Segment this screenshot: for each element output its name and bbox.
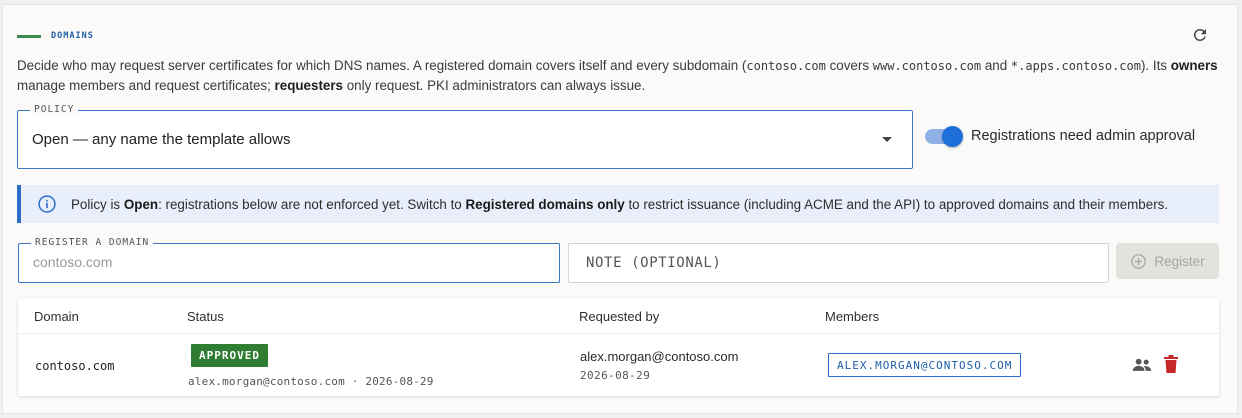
admin-approval-toggle[interactable]: Registrations need admin approval — [925, 125, 1196, 147]
column-header-members: Members — [825, 309, 880, 324]
column-header-requested-by: Requested by — [579, 309, 660, 324]
trash-icon[interactable] — [1163, 355, 1179, 373]
description-text: manage members and request certificates; — [17, 78, 275, 93]
domain-input[interactable] — [33, 254, 533, 270]
section-accent-bar — [17, 34, 41, 38]
info-icon — [38, 195, 56, 213]
policy-value: Open — any name the template allows — [32, 131, 291, 148]
requesters-term: requesters — [274, 78, 344, 93]
register-button-label: Register — [1154, 253, 1205, 269]
policy-select[interactable]: POLICY Open — any name the template allo… — [17, 104, 913, 169]
column-header-domain: Domain — [34, 309, 79, 324]
column-header-status: Status — [187, 309, 224, 324]
toggle-switch[interactable] — [925, 125, 963, 147]
table-header: Domain Status Requested by Members — [18, 298, 1219, 334]
domains-card: DOMAINS Decide who may request server ce… — [2, 4, 1238, 414]
description-text: covers — [825, 58, 873, 73]
domains-table: Domain Status Requested by Members conto… — [18, 298, 1219, 396]
description: Decide who may request server certificat… — [17, 56, 1222, 96]
example-subdomain: www.contoso.com — [872, 59, 982, 73]
refresh-icon[interactable] — [1191, 26, 1209, 44]
status-badge: APPROVED — [191, 344, 268, 367]
section-title: DOMAINS — [51, 31, 94, 41]
note-input[interactable] — [586, 255, 1086, 271]
add-circle-icon — [1131, 253, 1147, 269]
info-banner: Policy is Open: registrations below are … — [17, 185, 1219, 223]
registered-only-term: Registered domains only — [465, 196, 625, 212]
domain-name: contoso.com — [35, 359, 115, 373]
description-text: only request. PKI administrators can alw… — [343, 78, 646, 93]
group-icon[interactable] — [1132, 357, 1152, 373]
status-meta: alex.morgan@contoso.com · 2026-08-29 — [188, 375, 434, 388]
toggle-knob — [942, 125, 963, 147]
info-text: Policy is Open: registrations below are … — [71, 197, 1168, 212]
chevron-down-icon — [882, 137, 892, 142]
section-header: DOMAINS — [17, 31, 94, 41]
info-text-part: to restrict issuance (including ACME and… — [624, 196, 1169, 212]
description-text: and — [981, 58, 1011, 73]
owners-term: owners — [1170, 58, 1218, 73]
info-text-part: Policy is — [71, 196, 124, 212]
requested-by-email: alex.morgan@contoso.com — [580, 349, 739, 364]
register-domain-field: REGISTER A DOMAIN — [18, 237, 560, 283]
toggle-label: Registrations need admin approval — [971, 128, 1196, 144]
note-field — [568, 243, 1109, 283]
policy-legend: POLICY — [30, 104, 79, 115]
policy-open-term: Open — [123, 196, 159, 212]
register-legend: REGISTER A DOMAIN — [31, 237, 154, 248]
member-chip[interactable]: ALEX.MORGAN@CONTOSO.COM — [828, 353, 1022, 377]
register-button[interactable]: Register — [1116, 243, 1219, 279]
description-text: Decide who may request server certificat… — [17, 58, 747, 73]
requested-date: 2026-08-29 — [580, 369, 651, 382]
description-text: ). Its — [1140, 58, 1171, 73]
example-domain: contoso.com — [746, 59, 826, 73]
info-text-part: : registrations below are not enforced y… — [158, 196, 466, 212]
example-wildcard: *.apps.contoso.com — [1010, 59, 1141, 73]
